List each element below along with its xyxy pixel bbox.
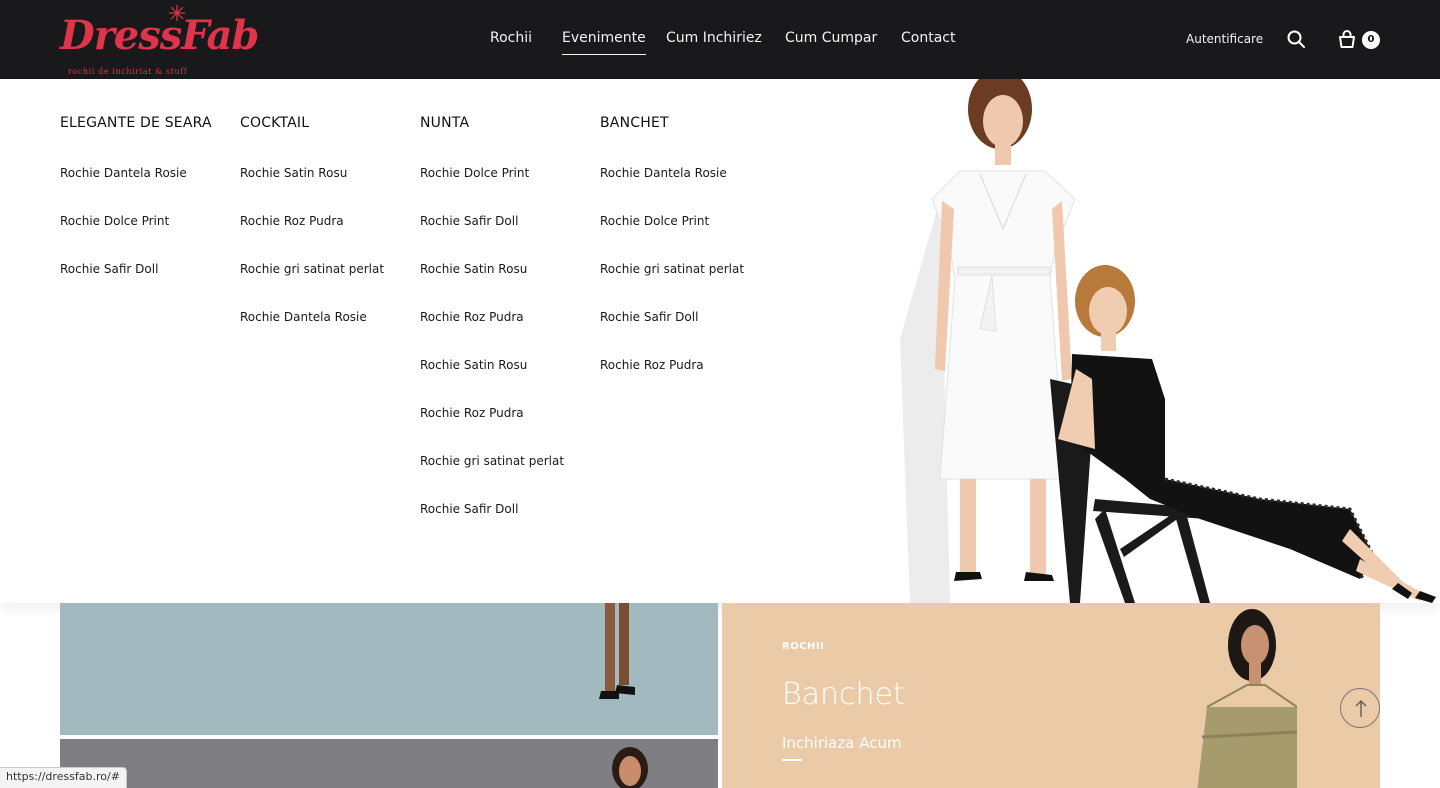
menu-link[interactable]: Rochie Dantela Rosie [600,166,727,180]
menu-column-title[interactable]: BANCHET [600,115,669,131]
events-mega-menu: ELEGANTE DE SEARA Rochie Dantela Rosie R… [0,79,1440,603]
cta-underline [782,759,802,761]
menu-column-title[interactable]: NUNTA [420,115,469,131]
search-icon[interactable] [1287,30,1305,48]
model-green-dress-image [1197,609,1297,788]
category-tile-top-left[interactable] [60,603,718,735]
models-photo [900,79,1436,603]
model-legs-image [599,603,635,699]
nav-item-rochii[interactable]: Rochii [490,30,532,46]
menu-link[interactable]: Rochie Satin Rosu [420,358,527,372]
menu-link[interactable]: Rochie gri satinat perlat [240,262,384,276]
menu-link[interactable]: Rochie Satin Rosu [420,262,527,276]
menu-link[interactable]: Rochie Dolce Print [600,214,709,228]
menu-link[interactable]: Rochie Roz Pudra [420,406,524,420]
brand-logo-tagline: rochii de inchiriat & stuff [68,67,188,76]
menu-link[interactable]: Rochie Safir Doll [60,262,158,276]
browser-status-bar: https://dressfab.ro/# [0,767,127,788]
menu-link[interactable]: Rochie Dantela Rosie [240,310,367,324]
menu-link[interactable]: Rochie Roz Pudra [240,214,344,228]
nav-item-cum-inchiriez[interactable]: Cum Inchiriez [666,30,762,46]
arrow-up-icon [1355,700,1367,717]
scroll-to-top-button[interactable] [1340,688,1380,728]
category-tile-bottom-left[interactable] [60,739,718,788]
shopping-bag-icon[interactable] [1337,29,1357,49]
menu-link[interactable]: Rochie Roz Pudra [600,358,704,372]
logo-sparkle-icon [169,5,185,21]
menu-link[interactable]: Rochie gri satinat perlat [420,454,564,468]
menu-link[interactable]: Rochie Safir Doll [600,310,698,324]
top-navigation-bar: DressFab rochii de inchiriat & stuff Roc… [0,0,1440,79]
menu-link[interactable]: Rochie Dolce Print [420,166,529,180]
menu-link[interactable]: Rochie Dolce Print [60,214,169,228]
rent-now-link[interactable]: Inchiriaza Acum [782,734,902,752]
cart-count-badge: 0 [1362,31,1380,49]
menu-link[interactable]: Rochie Safir Doll [420,214,518,228]
promo-tag: ROCHII [782,641,825,652]
nav-item-contact[interactable]: Contact [901,30,955,46]
menu-column-title[interactable]: ELEGANTE DE SEARA [60,115,212,131]
login-link[interactable]: Autentificare [1186,32,1263,46]
menu-link[interactable]: Rochie Dantela Rosie [60,166,187,180]
menu-link[interactable]: Rochie gri satinat perlat [600,262,744,276]
menu-column-title[interactable]: COCKTAIL [240,115,309,131]
menu-link[interactable]: Rochie Safir Doll [420,502,518,516]
nav-item-cum-cumpar[interactable]: Cum Cumpar [785,30,877,46]
promo-title: Banchet [782,677,905,712]
nav-item-evenimente[interactable]: Evenimente [562,30,646,55]
menu-link[interactable]: Rochie Roz Pudra [420,310,524,324]
promo-tile-banchet[interactable]: ROCHII Banchet Inchiriaza Acum [722,603,1380,788]
model-portrait-image [612,747,648,788]
menu-link[interactable]: Rochie Satin Rosu [240,166,347,180]
